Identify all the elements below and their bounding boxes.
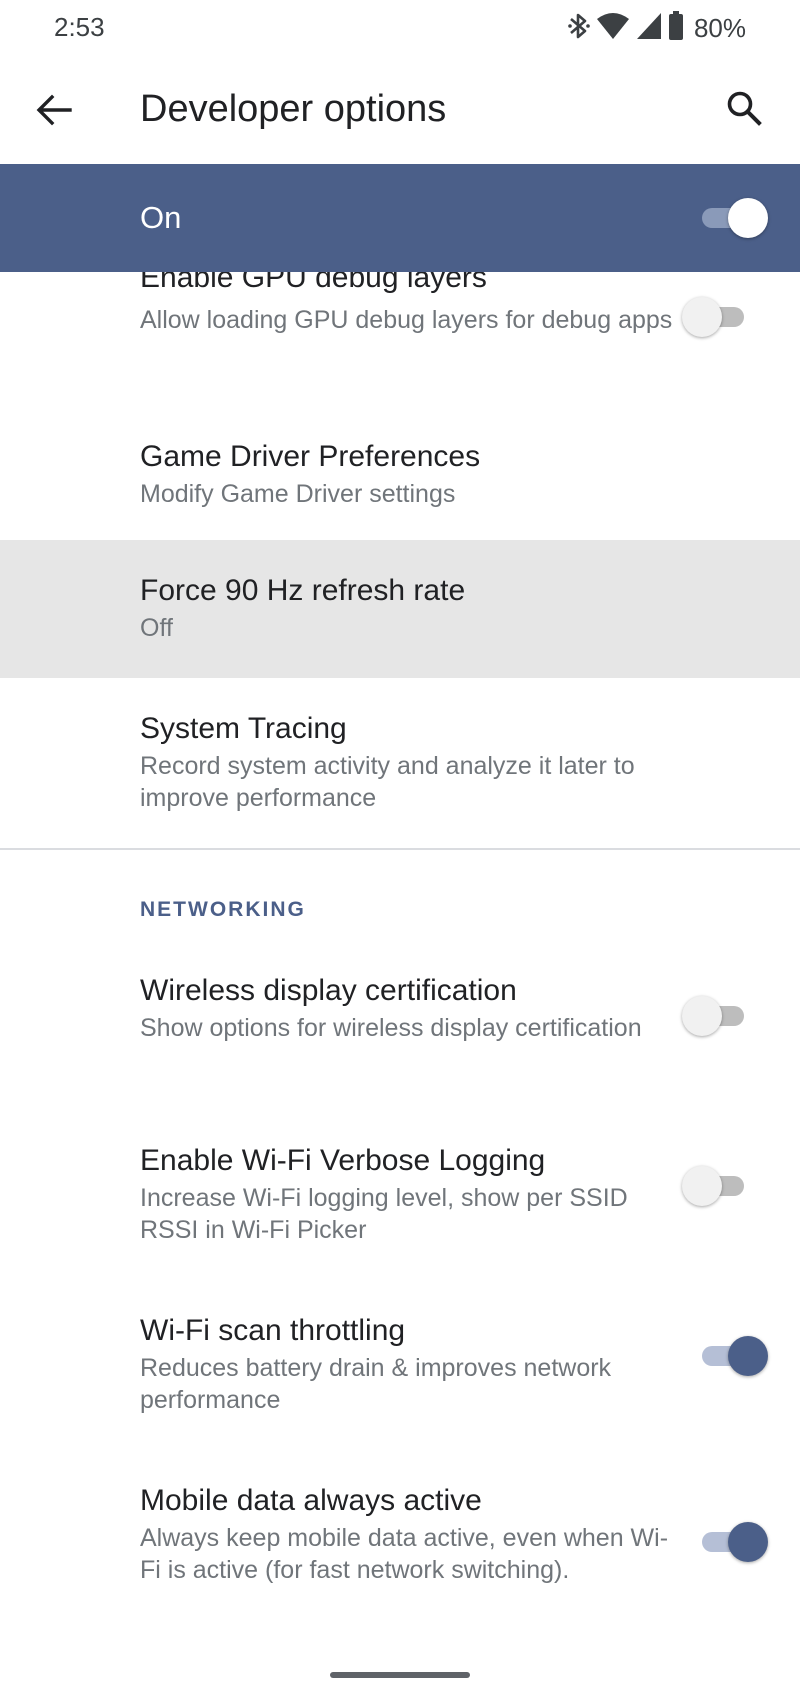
section-divider xyxy=(0,848,800,850)
wifi-scan-throttling-switch[interactable] xyxy=(696,1336,768,1376)
gesture-nav-handle[interactable] xyxy=(330,1672,470,1678)
mobile-data-always-active-switch[interactable] xyxy=(696,1522,768,1562)
pref-title: Force 90 Hz refresh rate xyxy=(140,574,466,607)
settings-list[interactable]: Enable GPU debug layers Allow loading GP… xyxy=(0,272,800,1689)
master-switch-label: On xyxy=(140,200,182,235)
wireless-display-certification-switch[interactable] xyxy=(682,996,746,1036)
pref-wifi-verbose-logging[interactable]: Enable Wi-Fi Verbose Logging Increase Wi… xyxy=(0,1110,800,1280)
cell-signal-icon xyxy=(636,12,662,45)
pref-summary: Modify Game Driver settings xyxy=(140,480,456,508)
pref-summary: Show options for wireless display certif… xyxy=(140,1014,642,1042)
pref-enable-gpu-debug-layers[interactable]: Enable GPU debug layers Allow loading GP… xyxy=(0,272,800,406)
gpu-debug-layers-switch[interactable] xyxy=(682,297,746,337)
search-icon xyxy=(726,90,762,131)
category-networking: NETWORKING xyxy=(140,898,306,921)
master-switch-bar[interactable]: On xyxy=(0,164,800,272)
pref-title: Mobile data always active xyxy=(140,1484,482,1517)
switch-thumb xyxy=(728,198,768,238)
wifi-icon xyxy=(596,12,630,45)
status-time: 2:53 xyxy=(54,12,105,42)
pref-force-90hz-refresh-rate[interactable]: Force 90 Hz refresh rate Off xyxy=(0,540,800,678)
pref-summary: Record system activity and analyze it la… xyxy=(140,752,635,812)
pref-title: Wireless display certification xyxy=(140,974,517,1007)
pref-mobile-data-always-active[interactable]: Mobile data always active Always keep mo… xyxy=(0,1450,800,1660)
wifi-verbose-logging-switch[interactable] xyxy=(682,1166,746,1206)
bluetooth-icon xyxy=(568,11,590,46)
switch-thumb xyxy=(728,1336,768,1376)
search-button[interactable] xyxy=(716,82,772,138)
switch-thumb xyxy=(682,996,722,1036)
battery-percent: 80% xyxy=(693,12,746,43)
pref-summary: Allow loading GPU debug layers for debug… xyxy=(140,306,673,334)
pref-game-driver-preferences[interactable]: Game Driver Preferences Modify Game Driv… xyxy=(0,406,800,540)
status-bar: 2:53 80% xyxy=(0,0,800,58)
pref-title: Wi-Fi scan throttling xyxy=(140,1314,406,1347)
pref-wifi-scan-throttling[interactable]: Wi-Fi scan throttling Reduces battery dr… xyxy=(0,1280,800,1450)
master-toggle-switch[interactable] xyxy=(696,198,768,238)
pref-title: System Tracing xyxy=(140,712,347,745)
battery-icon xyxy=(668,10,684,46)
pref-title: Enable Wi-Fi Verbose Logging xyxy=(140,1144,546,1177)
developer-options-screen: 2:53 80% Developer options On Enable GPU… xyxy=(0,0,800,1689)
pref-title: Game Driver Preferences xyxy=(140,440,481,473)
pref-summary: Always keep mobile data active, even whe… xyxy=(140,1524,669,1584)
pref-summary: Off xyxy=(140,614,173,642)
arrow-left-icon xyxy=(36,94,72,131)
status-icons: 80% xyxy=(568,8,746,48)
back-button[interactable] xyxy=(28,86,80,138)
pref-system-tracing[interactable]: System Tracing Record system activity an… xyxy=(0,678,800,840)
pref-summary: Increase Wi-Fi logging level, show per S… xyxy=(140,1184,628,1244)
switch-thumb xyxy=(728,1522,768,1562)
page-title: Developer options xyxy=(140,88,447,130)
switch-thumb xyxy=(682,1166,722,1206)
app-bar: Developer options xyxy=(0,58,800,164)
pref-summary: Reduces battery drain & improves network… xyxy=(140,1354,612,1414)
pref-wireless-display-certification[interactable]: Wireless display certification Show opti… xyxy=(0,940,800,1110)
switch-thumb xyxy=(682,297,722,337)
pref-title: Enable GPU debug layers xyxy=(140,272,487,294)
